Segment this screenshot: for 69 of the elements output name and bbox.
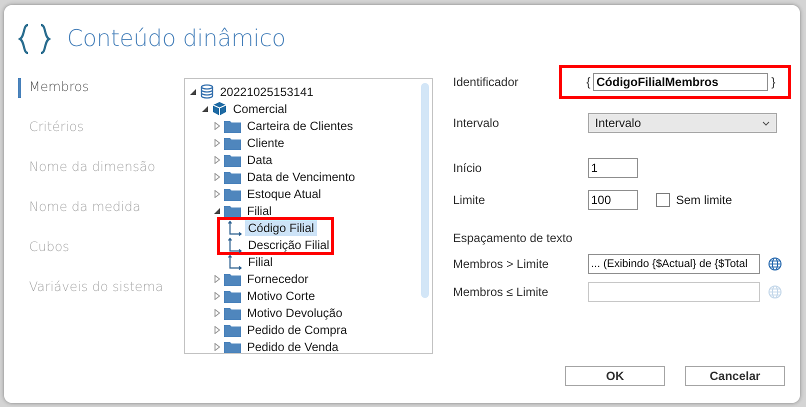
tree-item[interactable]: Filial <box>244 202 275 218</box>
axis-icon <box>228 220 242 236</box>
field-label: Identificador <box>453 75 520 89</box>
field-label: Intervalo <box>453 116 500 130</box>
expand-arrow-icon[interactable] <box>213 292 221 300</box>
chevron-icon <box>762 120 770 126</box>
folder-icon <box>224 170 241 184</box>
expand-arrow-icon[interactable] <box>213 308 221 316</box>
globe-icon[interactable] <box>768 257 782 271</box>
folder-icon <box>224 136 241 150</box>
collapse-arrow-icon[interactable] <box>213 206 221 214</box>
axis-icon <box>228 236 242 252</box>
tree-item[interactable]: Fornecedor <box>244 270 312 286</box>
folder-icon <box>224 186 241 200</box>
limit-field[interactable]: 100 <box>588 190 638 210</box>
folder-icon <box>224 322 241 336</box>
field-label: Início <box>453 161 483 175</box>
identifier-field[interactable]: CódigoFilialMembros <box>593 73 768 91</box>
tree-item[interactable]: Descrição Filial <box>245 236 332 252</box>
collapse-arrow-icon[interactable] <box>201 104 209 112</box>
tree-item[interactable]: Pedido de Compra <box>244 322 350 338</box>
expand-arrow-icon[interactable] <box>213 274 221 282</box>
folder-icon <box>224 118 241 132</box>
tree-item[interactable]: Comercial <box>230 100 290 116</box>
tree-item[interactable]: Filial <box>245 254 276 270</box>
brace-text: { <box>586 75 590 89</box>
checkbox-label: Sem limite <box>676 193 732 207</box>
brace-text: } <box>771 75 776 89</box>
tree-item[interactable]: Data <box>244 152 276 168</box>
tree-item[interactable]: Cliente <box>244 134 288 150</box>
collapse-arrow-icon[interactable] <box>189 88 197 96</box>
tree-item[interactable]: Código Filial <box>245 220 318 236</box>
folder-icon <box>224 306 241 320</box>
database-icon <box>200 84 214 99</box>
expand-arrow-icon[interactable] <box>213 156 221 164</box>
folder-icon <box>224 272 241 286</box>
braces-icon <box>18 23 51 55</box>
folder-icon <box>224 288 241 302</box>
expand-arrow-icon[interactable] <box>213 122 221 130</box>
interval-dropdown[interactable]: Intervalo <box>588 113 777 133</box>
text-field[interactable]: ... (Exibindo {$Actual} de {$Total <box>588 254 760 274</box>
expand-arrow-icon[interactable] <box>213 342 221 350</box>
dialog-title: Conteúdo dinâmico <box>67 26 286 52</box>
folder-icon <box>224 152 241 166</box>
cube-icon <box>212 101 227 116</box>
tree-item[interactable]: Carteira de Clientes <box>244 118 356 134</box>
field-label: Limite <box>453 193 486 207</box>
section-heading: Espaçamento de texto <box>453 231 572 245</box>
nav-item[interactable]: Membros <box>18 78 184 98</box>
scrollbar[interactable] <box>421 83 429 298</box>
expand-arrow-icon[interactable] <box>213 190 221 198</box>
ok-button[interactable]: OK <box>565 366 665 386</box>
tree-item[interactable]: Estoque Atual <box>244 186 324 202</box>
start-field[interactable]: 1 <box>588 158 638 178</box>
cancel-button[interactable]: Cancelar <box>685 366 785 386</box>
tree-item[interactable]: Data de Vencimento <box>244 168 358 184</box>
tree-item[interactable]: Motivo Corte <box>244 288 318 304</box>
field-label: Membros ≤ Limite <box>453 285 550 299</box>
expand-arrow-icon[interactable] <box>213 138 221 146</box>
folder-icon <box>224 340 241 353</box>
field-label: Membros > Limite <box>453 257 550 271</box>
expand-arrow-icon[interactable] <box>213 172 221 180</box>
tree-item[interactable]: Pedido de Venda <box>244 338 342 353</box>
checkbox[interactable] <box>656 193 670 207</box>
folder-icon <box>224 204 241 218</box>
axis-icon <box>228 254 242 270</box>
tree-item[interactable]: Motivo Devolução <box>244 304 346 320</box>
expand-arrow-icon[interactable] <box>213 326 221 334</box>
tree-item[interactable]: 20221025153141 <box>217 84 316 100</box>
